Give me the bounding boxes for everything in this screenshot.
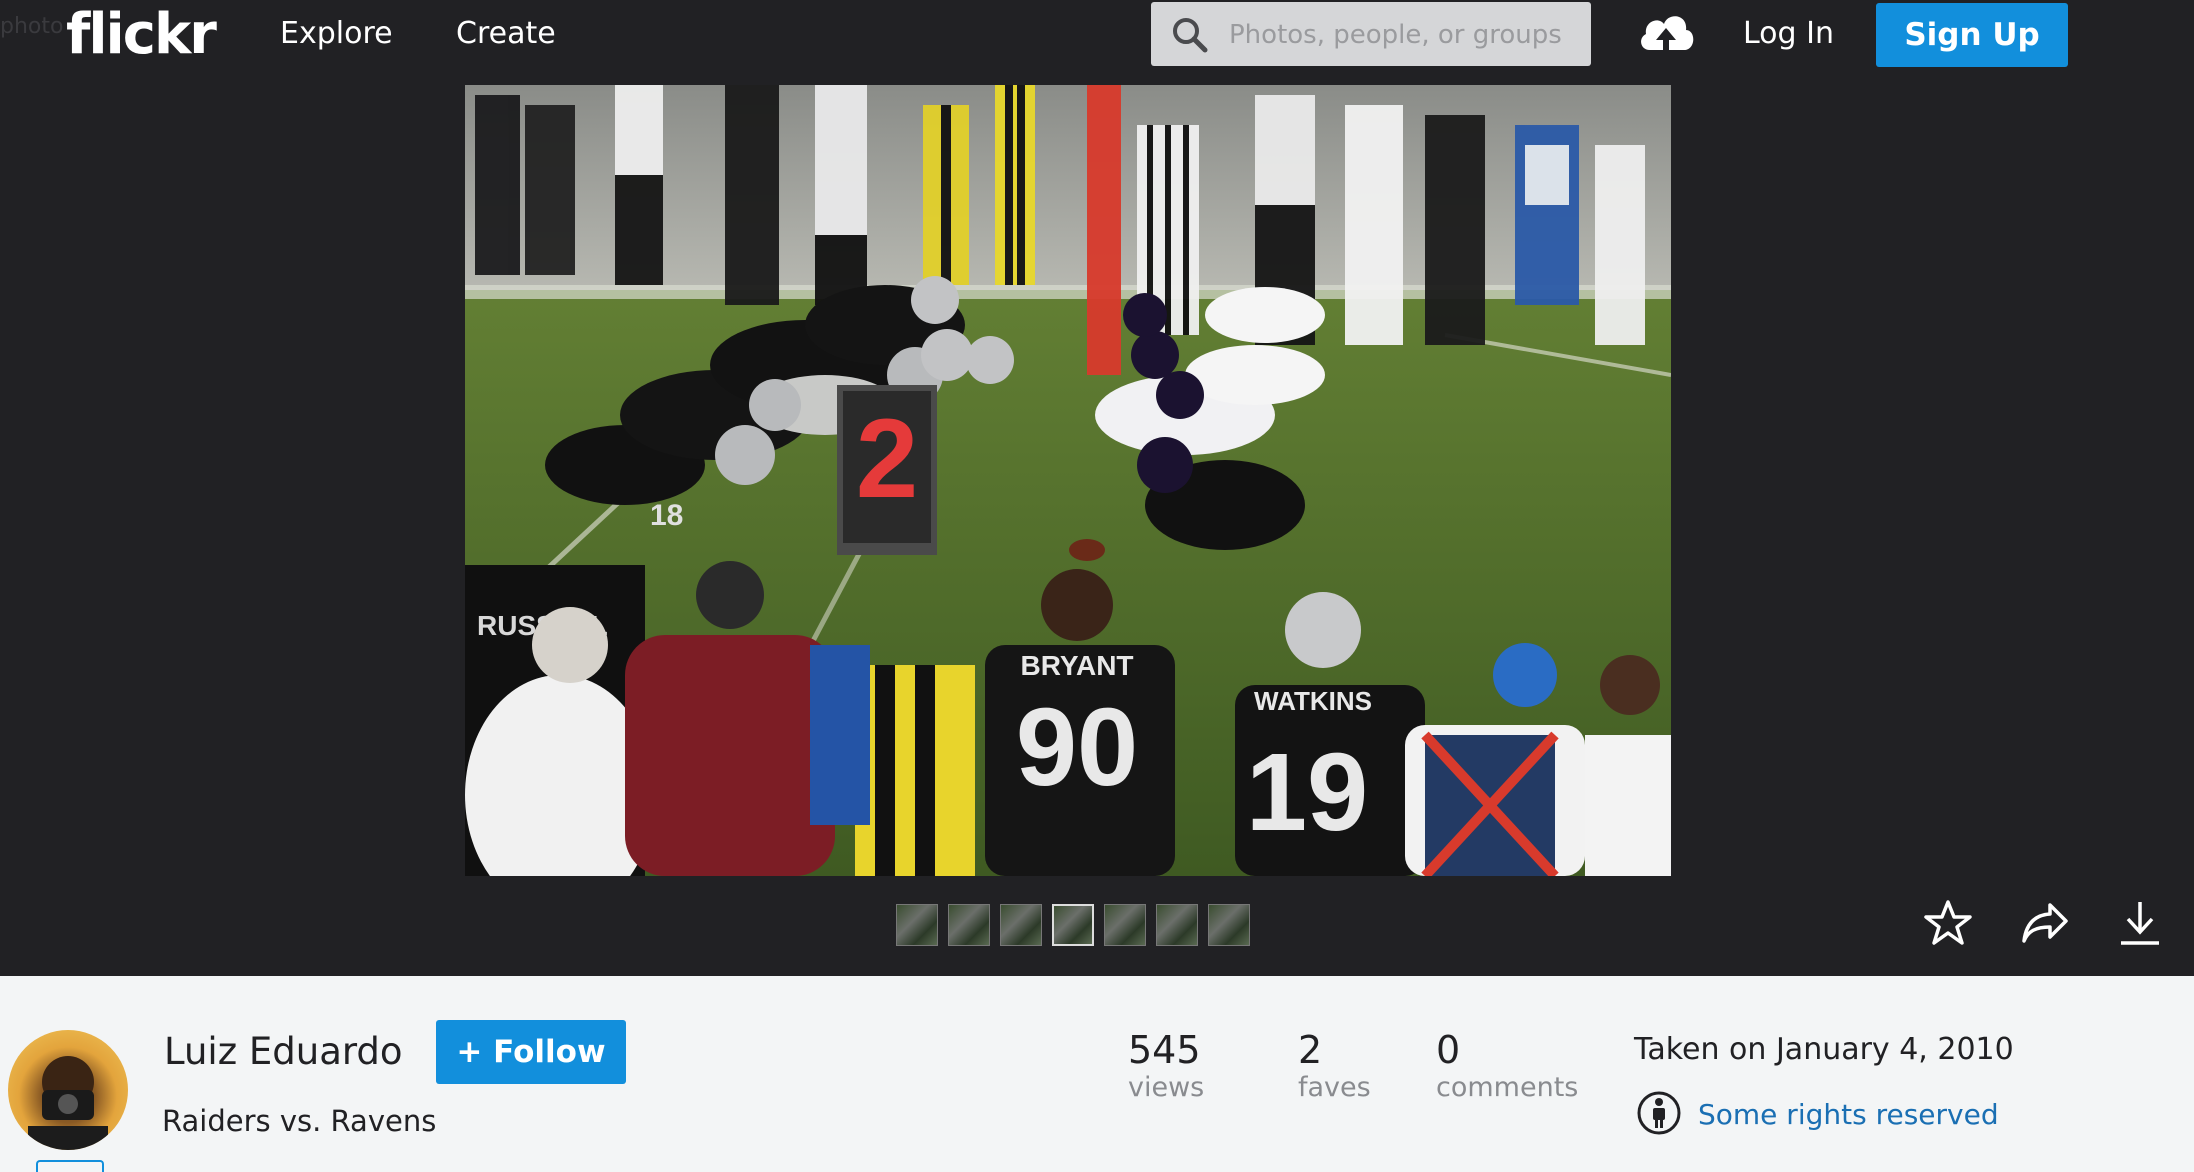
jersey-watkins-name: WATKINS xyxy=(1254,686,1372,716)
star-icon[interactable] xyxy=(1924,899,1972,947)
avatar-photo xyxy=(28,1056,108,1150)
signup-button[interactable]: Sign Up xyxy=(1876,3,2068,67)
main-photo[interactable]: 2 RUSSELL 18 BRYANT 90 WATKINS 19 xyxy=(465,85,1671,876)
follow-button[interactable]: + Follow xyxy=(436,1020,626,1084)
filmstrip-thumb[interactable] xyxy=(1156,904,1198,946)
comments-label: comments xyxy=(1436,1072,1579,1103)
filmstrip-thumb[interactable] xyxy=(896,904,938,946)
filmstrip-thumb[interactable] xyxy=(1000,904,1042,946)
filmstrip-thumb[interactable] xyxy=(1104,904,1146,946)
filmstrip-thumb[interactable] xyxy=(948,904,990,946)
photo-title: Raiders vs. Ravens xyxy=(162,1104,437,1138)
views-count: 545 xyxy=(1128,1028,1201,1072)
jersey-watkins-number: 19 xyxy=(1246,731,1368,854)
avatar[interactable] xyxy=(8,1030,128,1150)
jersey-bryant-number: 90 xyxy=(1016,686,1138,809)
comments-count: 0 xyxy=(1436,1028,1461,1072)
search-box[interactable] xyxy=(1151,2,1591,68)
ghost-text: photo xyxy=(0,14,64,39)
top-navigation: photo flickr Explore Create Log In Sign … xyxy=(0,0,2194,85)
photo-stage: 2 RUSSELL 18 BRYANT 90 WATKINS 19 xyxy=(0,85,2194,976)
search-icon[interactable] xyxy=(1171,16,1209,54)
nav-explore-link[interactable]: Explore xyxy=(280,16,393,51)
upload-cloud-icon[interactable] xyxy=(1636,8,1696,56)
photo-info-bar: Luiz Eduardo + Follow Raiders vs. Ravens… xyxy=(0,976,2194,1172)
flickr-logo[interactable]: flickr xyxy=(66,2,217,67)
filmstrip xyxy=(896,904,1250,946)
license-person-icon[interactable] xyxy=(1636,1090,1682,1136)
search-input[interactable] xyxy=(1227,2,1581,68)
faves-count: 2 xyxy=(1298,1028,1323,1072)
taken-date[interactable]: Taken on January 4, 2010 xyxy=(1634,1032,2014,1067)
avatar-tab xyxy=(36,1160,104,1172)
share-icon[interactable] xyxy=(2020,899,2070,947)
faves-label: faves xyxy=(1298,1072,1371,1103)
nav-create-link[interactable]: Create xyxy=(456,16,556,51)
license-link[interactable]: Some rights reserved xyxy=(1698,1098,1999,1131)
down-marker-number: 2 xyxy=(856,396,918,521)
download-icon[interactable] xyxy=(2118,899,2162,947)
jersey-bryant-name: BRYANT xyxy=(1020,650,1133,681)
author-name[interactable]: Luiz Eduardo xyxy=(164,1030,403,1073)
filmstrip-thumb-current[interactable] xyxy=(1052,904,1094,946)
login-link[interactable]: Log In xyxy=(1743,16,1834,51)
views-label: views xyxy=(1128,1072,1205,1103)
jersey-back-number: 18 xyxy=(650,499,683,532)
filmstrip-thumb[interactable] xyxy=(1208,904,1250,946)
